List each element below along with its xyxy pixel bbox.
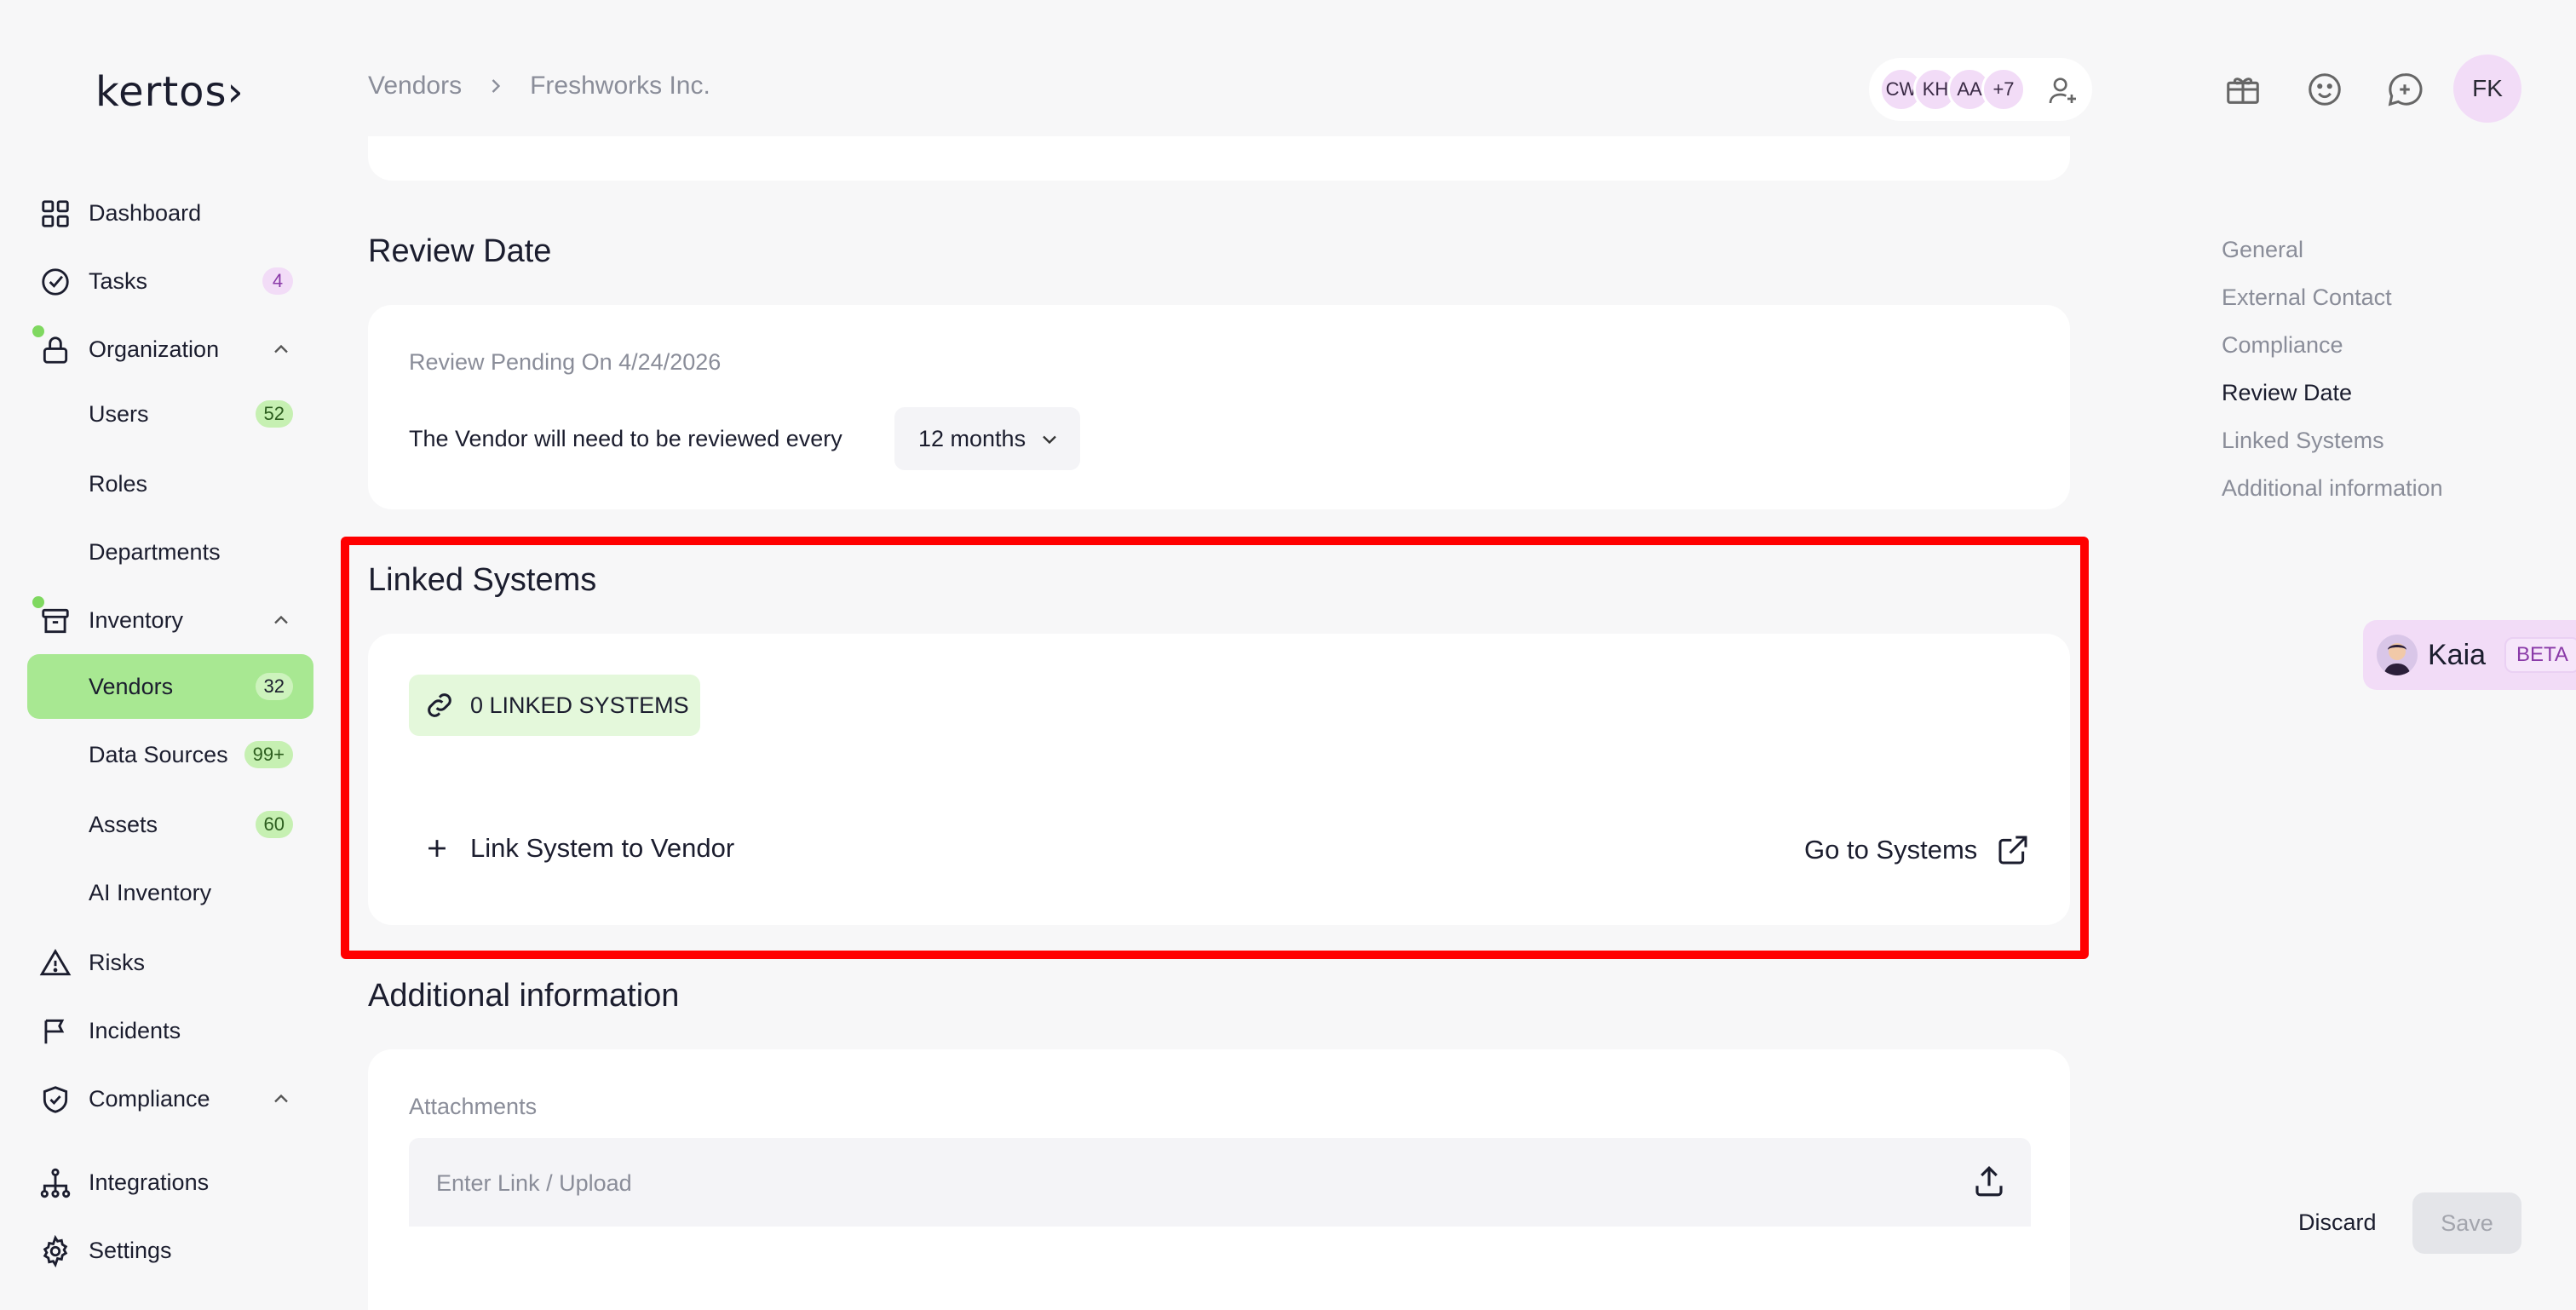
beta-badge: BETA: [2504, 637, 2576, 673]
breadcrumb-vendors[interactable]: Vendors: [368, 72, 462, 101]
sidebar-item-users[interactable]: Users 52: [27, 382, 313, 446]
sidebar-item-label: Risks: [89, 949, 145, 975]
linked-systems-title: Linked Systems: [368, 562, 597, 598]
save-button[interactable]: Save: [2412, 1192, 2521, 1254]
attachments-label: Attachments: [409, 1094, 538, 1119]
sidebar-item-ai-inventory[interactable]: AI Inventory: [27, 860, 313, 925]
sidebar-item-label: Incidents: [89, 1017, 181, 1043]
attachment-link-input[interactable]: Enter Link / Upload: [409, 1138, 2031, 1227]
gift-icon[interactable]: [2223, 70, 2263, 109]
smiley-icon[interactable]: [2305, 70, 2344, 109]
attachment-input-placeholder: Enter Link / Upload: [436, 1170, 632, 1196]
check-circle-icon: [42, 268, 69, 296]
chevron-up-icon[interactable]: [269, 608, 293, 632]
kaia-avatar: [2377, 635, 2418, 675]
sidebar-item-label: Departments: [89, 538, 221, 565]
chevron-up-icon[interactable]: [269, 337, 293, 361]
sidebar-item-integrations[interactable]: Integrations: [27, 1150, 313, 1215]
sidebar-item-label: Settings: [89, 1237, 172, 1263]
collaborators-group[interactable]: CW KH AA +7: [1869, 58, 2092, 121]
toc-external-contact[interactable]: External Contact: [2222, 284, 2392, 311]
more-collaborators-badge[interactable]: +7: [1981, 67, 2026, 112]
chat-plus-icon[interactable]: [2385, 70, 2424, 109]
sidebar-item-departments[interactable]: Departments: [27, 520, 313, 584]
sidebar-item-label: Dashboard: [89, 199, 202, 226]
users-count-badge: 52: [255, 400, 293, 428]
sidebar-item-compliance[interactable]: Compliance: [27, 1066, 313, 1131]
review-interval-value: 12 months: [918, 425, 1026, 451]
breadcrumb-current: Freshworks Inc.: [530, 72, 710, 100]
warning-triangle-icon: [39, 948, 72, 976]
toc-compliance[interactable]: Compliance: [2222, 332, 2343, 359]
go-to-systems-button[interactable]: Go to Systems: [1804, 833, 2030, 867]
go-to-systems-label: Go to Systems: [1804, 835, 1978, 865]
archive-box-icon: [42, 608, 69, 634]
toc-review-date[interactable]: Review Date: [2222, 380, 2352, 406]
sidebar-item-label: AI Inventory: [89, 879, 212, 905]
kaia-name: Kaia: [2428, 638, 2487, 671]
review-date-title: Review Date: [368, 233, 552, 269]
review-interval-select[interactable]: 12 months: [894, 407, 1080, 470]
additional-information-title: Additional information: [368, 978, 680, 1014]
review-interval-label: The Vendor will need to be reviewed ever…: [409, 426, 842, 451]
kertos-logo[interactable]: kertos›: [95, 68, 244, 116]
sidebar-item-label: Vendors: [89, 673, 174, 699]
previous-section-card: [368, 136, 2070, 181]
gear-icon: [43, 1235, 68, 1267]
toc-additional-information[interactable]: Additional information: [2222, 475, 2443, 502]
chevron-down-icon: [1043, 435, 1056, 445]
sidebar-item-inventory[interactable]: Inventory: [27, 588, 313, 652]
data-sources-count-badge: 99+: [244, 741, 293, 768]
sidebar-item-label: Integrations: [89, 1169, 210, 1195]
tasks-count-badge: 4: [262, 267, 293, 295]
link-icon: [428, 693, 451, 717]
sidebar-item-assets[interactable]: Assets 60: [27, 792, 313, 857]
chevron-right-icon: [492, 79, 501, 93]
hierarchy-icon: [40, 1168, 71, 1198]
sidebar-item-vendors[interactable]: Vendors 32: [27, 654, 313, 719]
sidebar-item-label: Inventory: [89, 606, 184, 633]
sidebar-item-organization[interactable]: Organization: [27, 317, 313, 382]
assets-count-badge: 60: [255, 811, 293, 838]
sidebar-item-risks[interactable]: Risks: [27, 930, 313, 995]
flag-icon: [44, 1019, 65, 1044]
review-date-card: Review Pending On 4/24/2026 The Vendor w…: [368, 305, 2070, 509]
sidebar-item-dashboard[interactable]: Dashboard: [27, 181, 313, 245]
shield-check-icon: [43, 1086, 68, 1113]
sidebar-item-label: Data Sources: [89, 741, 228, 767]
sidebar-item-label: Tasks: [89, 267, 148, 294]
toc-general[interactable]: General: [2222, 237, 2303, 263]
upload-icon[interactable]: [1971, 1163, 2007, 1199]
linked-systems-count: 0 LINKED SYSTEMS: [409, 675, 700, 736]
sidebar-item-label: Assets: [89, 811, 158, 837]
discard-button[interactable]: Discard: [2298, 1209, 2377, 1236]
sidebar-item-data-sources[interactable]: Data Sources 99+: [27, 722, 313, 787]
vendors-count-badge: 32: [255, 673, 293, 700]
sidebar-item-incidents[interactable]: Incidents: [27, 998, 313, 1063]
sidebar-item-label: Users: [89, 400, 149, 427]
sidebar-item-label: Roles: [89, 470, 148, 497]
linked-systems-count-label: 0 LINKED SYSTEMS: [470, 692, 689, 718]
toc-linked-systems[interactable]: Linked Systems: [2222, 428, 2384, 454]
link-system-label: Link System to Vendor: [470, 833, 735, 863]
user-avatar[interactable]: FK: [2453, 55, 2521, 123]
sidebar-item-label: Organization: [89, 336, 220, 362]
chevron-up-icon[interactable]: [269, 1087, 293, 1111]
plus-icon: [428, 840, 446, 857]
sidebar-item-label: Compliance: [89, 1085, 210, 1112]
lock-icon: [43, 336, 68, 364]
breadcrumb: Vendors Freshworks Inc.: [368, 72, 710, 101]
add-user-icon[interactable]: [2046, 73, 2080, 107]
external-link-icon: [1998, 836, 2027, 865]
link-system-button[interactable]: Link System to Vendor: [423, 833, 734, 864]
grid-icon: [42, 200, 69, 227]
sidebar-item-settings[interactable]: Settings: [27, 1218, 313, 1283]
sidebar-item-roles[interactable]: Roles: [27, 451, 313, 516]
sidebar-item-tasks[interactable]: Tasks 4: [27, 249, 313, 313]
review-pending-text: Review Pending On 4/24/2026: [409, 349, 722, 375]
kaia-assistant-button[interactable]: Kaia BETA: [2363, 620, 2576, 690]
